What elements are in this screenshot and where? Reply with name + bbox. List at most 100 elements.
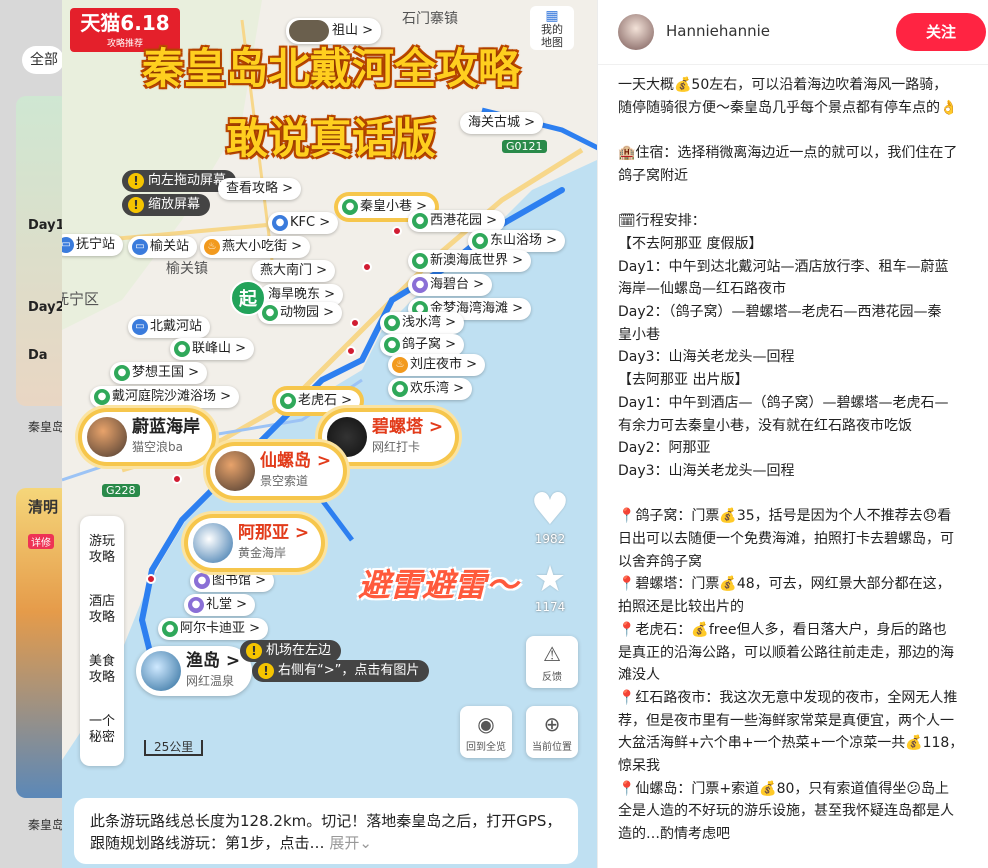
- view-guide-link[interactable]: 查看攻略 >: [218, 178, 302, 200]
- highlight-xianluo-island[interactable]: 仙螺岛 > 景空索道: [210, 446, 344, 496]
- map-view[interactable]: 天猫6.18 攻略推荐 祖山 > 石门寨镇 ▦ 我的 地图 秦皇岛北戴河全攻略 敢…: [62, 0, 597, 868]
- menu-hotel-guide[interactable]: 酒店 攻略: [80, 594, 124, 626]
- pin-icon: ●: [174, 341, 190, 357]
- warning-icon: !: [258, 663, 274, 679]
- highlight-yudao[interactable]: 渔岛 > 网红温泉: [136, 646, 253, 696]
- poi-laohushi[interactable]: ● 老虎石 >: [276, 390, 361, 412]
- post-image[interactable]: 天猫6.18 攻略推荐 祖山 > 石门寨镇 ▦ 我的 地图 秦皇岛北戴河全攻略 敢…: [62, 0, 597, 868]
- star-icon: ★: [533, 559, 567, 600]
- pin-icon: ●: [412, 277, 428, 293]
- pin-icon: ●: [262, 305, 278, 321]
- poi-kfc[interactable]: ● KFC >: [268, 212, 339, 234]
- route-dot: [346, 346, 356, 356]
- poi-haiguan[interactable]: 海关古城 >: [460, 112, 544, 134]
- collect-control[interactable]: ★ 1174: [526, 559, 574, 615]
- feed-day-label: Day1: [28, 218, 65, 233]
- note-line: 🏨住宿：选择稍微离海边近一点的就可以，我们住在了: [618, 145, 958, 162]
- note-line: 是真正的沿海公路，可以顺着公路往前走走，那边的海: [618, 644, 954, 661]
- poi-yuguan-station[interactable]: ▭ 榆关站: [128, 236, 198, 258]
- menu-play-guide[interactable]: 游玩 攻略: [80, 534, 124, 566]
- pin-icon: ●: [412, 213, 428, 229]
- poi-xigang-garden[interactable]: ● 西港花园 >: [408, 210, 506, 232]
- note-line: Day1：中午到酒店—（鸽子窝）—碧螺塔—老虎石—: [618, 394, 949, 411]
- location-button[interactable]: ⊕ 当前位置: [526, 706, 578, 758]
- highlight-weilan-coast[interactable]: 蔚蓝海岸猫空浪ba: [82, 412, 212, 462]
- highlight-sub: 猫空浪ba: [132, 440, 183, 454]
- poi-dongshan-beach[interactable]: ● 东山浴场 >: [468, 230, 566, 252]
- feedback-button[interactable]: ⚠ 反馈: [526, 636, 578, 688]
- note-line: 【不去阿那亚 度假版】: [618, 235, 763, 252]
- poi-yanda-snack[interactable]: ♨ 燕大小吃街 >: [200, 236, 311, 258]
- feed-card-caption[interactable]: 秦皇岛: [28, 418, 64, 435]
- poi-huanlewan[interactable]: ● 欢乐湾 >: [388, 378, 473, 400]
- avoid-caption: 避雷避雷～: [358, 566, 519, 604]
- poi-label: 抚宁站: [76, 237, 116, 252]
- place-thumb: [289, 20, 329, 42]
- note-line: Day2：（鸽子窝）—碧螺塔—老虎石—西港花园—秦: [618, 304, 942, 320]
- note-line: 一天大概💰50左右，可以沿着海边吹着海风一路骑，: [618, 77, 948, 93]
- highlight-sub: 黄金海岸: [238, 546, 287, 560]
- train-icon: ▭: [62, 237, 74, 253]
- poi-auditorium[interactable]: ● 礼堂 >: [184, 594, 256, 616]
- location-label: 当前位置: [532, 742, 572, 753]
- highlight-biluota[interactable]: 碧螺塔 > 网红打卡: [322, 412, 456, 462]
- overview-button[interactable]: ◉ 回到全览: [460, 706, 512, 758]
- warning-icon: !: [128, 173, 144, 189]
- town-label: 榆关镇: [166, 261, 208, 277]
- filter-chip-all[interactable]: 全部: [22, 46, 64, 74]
- poi-funing-station[interactable]: ▭ 抚宁站: [62, 234, 124, 256]
- note-line: 鸽子窝附近: [618, 167, 688, 184]
- poi-label: 联峰山 >: [192, 341, 247, 356]
- crosshair-icon: ⊕: [543, 712, 561, 736]
- train-icon: ▭: [132, 319, 148, 335]
- poi-xinao-ocean[interactable]: ● 新澳海底世界 >: [408, 250, 532, 272]
- poi-label: 动物园 >: [280, 305, 335, 320]
- poi-liuzhuang-market[interactable]: ♨ 刘庄夜市 >: [388, 354, 486, 376]
- note-line: 全是人造的不好玩的游乐设施，甚至我怀疑连岛都是人: [618, 803, 954, 820]
- poi-label: 祖山 >: [332, 23, 374, 38]
- menu-food-guide[interactable]: 美食 攻略: [80, 654, 124, 686]
- highlight-title: 仙螺岛 >: [260, 451, 332, 471]
- poi-zushan[interactable]: 祖山 >: [286, 18, 382, 44]
- route-info-card[interactable]: 此条游玩路线总长度为128.2km。切记！落地秦皇岛之后，打开GPS，跟随规划路…: [74, 798, 578, 864]
- note-line: 海岸—仙螺岛—红石路夜市: [618, 281, 786, 298]
- note-line: 【去阿那亚 出片版】: [618, 372, 749, 389]
- poi-label: 西港花园 >: [430, 213, 498, 228]
- map-side-menu: 游玩 攻略 酒店 攻略 美食 攻略 一个 秘密: [80, 516, 124, 766]
- avatar[interactable]: [618, 14, 654, 50]
- poi-daihe-beach[interactable]: ● 戴河庭院沙滩浴场 >: [90, 386, 240, 408]
- poi-zoo[interactable]: ● 动物园 >: [258, 302, 343, 324]
- expand-link[interactable]: 展开⌄: [329, 834, 372, 852]
- note-line: 以舍弃鸽子窝: [618, 553, 702, 570]
- overview-label: 回到全览: [466, 742, 506, 753]
- highlight-aranya[interactable]: 阿那亚 > 黄金海岸: [188, 518, 322, 568]
- poi-label: 海碧台 >: [430, 277, 485, 292]
- poi-label: 梦想王国 >: [132, 365, 200, 380]
- poi-haibitai[interactable]: ● 海碧台 >: [408, 274, 493, 296]
- poi-label: 阿尔卡迪亚 >: [180, 621, 261, 636]
- place-thumb: [87, 417, 127, 457]
- feed-card-caption[interactable]: 秦皇岛: [28, 816, 64, 833]
- train-icon: ▭: [132, 239, 148, 255]
- highlight-title: 蔚蓝海岸: [132, 417, 200, 437]
- feedback-label: 反馈: [542, 672, 562, 683]
- poi-beidaihe-station[interactable]: ▭ 北戴河站: [128, 316, 211, 338]
- poi-dream-kingdom[interactable]: ● 梦想王国 >: [110, 362, 208, 384]
- poi-gezi-wo[interactable]: ● 鸽子窝 >: [380, 334, 465, 356]
- poi-qianshuiwan[interactable]: ● 浅水湾 >: [380, 312, 465, 334]
- menu-secret[interactable]: 一个 秘密: [80, 714, 124, 746]
- post-title-line1: 秦皇岛北戴河全攻略: [141, 44, 520, 93]
- poi-yanda-gate[interactable]: 燕大南门 >: [252, 260, 336, 282]
- poi-lianfengshan[interactable]: ● 联峰山 >: [170, 338, 255, 360]
- poi-arcadia[interactable]: ● 阿尔卡迪亚 >: [158, 618, 269, 640]
- like-control[interactable]: ♥ 1982: [526, 488, 574, 547]
- follow-button[interactable]: 关注: [896, 13, 986, 51]
- collect-count: 1174: [534, 600, 566, 614]
- warning-icon: !: [128, 197, 144, 213]
- note-line: 随停随骑很方便～秦皇岛几乎每个景点都有停车点的👌: [618, 99, 958, 116]
- place-thumb: [215, 451, 255, 491]
- poi-library[interactable]: ● 图书馆 >: [190, 570, 275, 592]
- start-marker[interactable]: 起: [230, 280, 266, 316]
- pin-icon: ●: [392, 381, 408, 397]
- author-name[interactable]: Hanniehannie: [666, 22, 770, 40]
